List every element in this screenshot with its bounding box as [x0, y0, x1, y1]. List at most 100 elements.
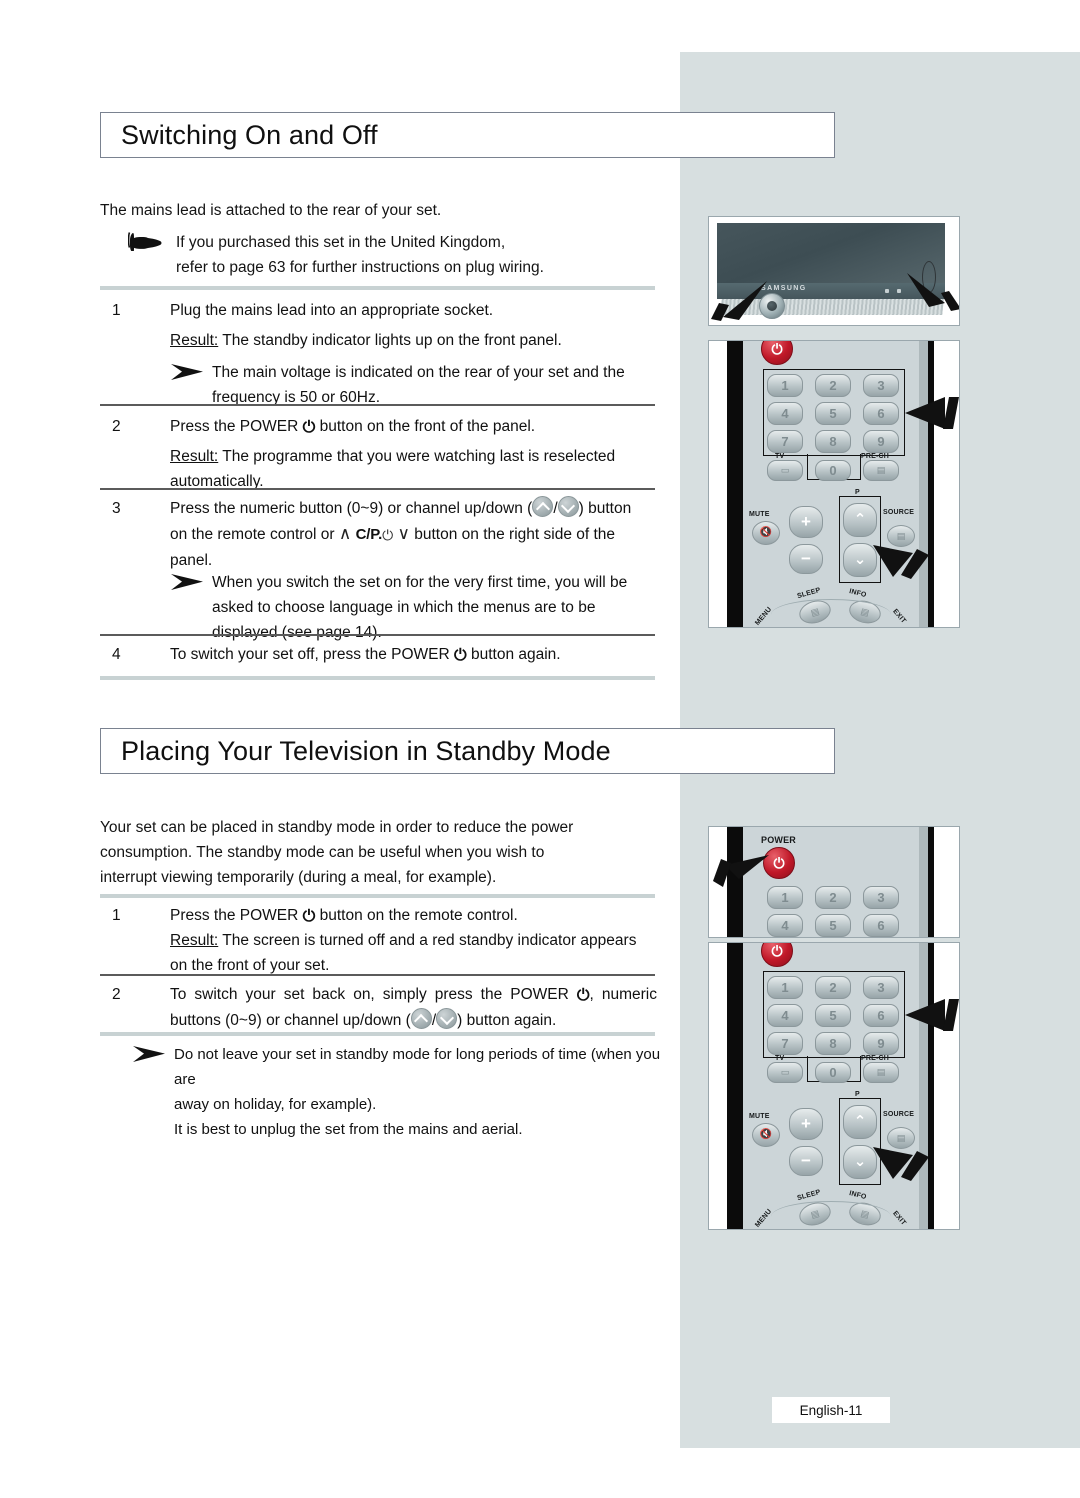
remote-volume-down-button[interactable]: −	[789, 1146, 823, 1176]
remote-key-1[interactable]: 1	[767, 976, 803, 999]
power-icon: ⏻	[302, 419, 316, 436]
remote-mute-label: MUTE	[749, 1113, 770, 1120]
step-number: 1	[112, 302, 121, 319]
remote-prech-button[interactable]: ▤	[863, 1062, 899, 1083]
remote-key-1[interactable]: 1	[767, 886, 803, 909]
remote-mute-button[interactable]: 🔇	[752, 521, 780, 545]
remote-key-4[interactable]: 4	[767, 914, 803, 937]
remote-key-5[interactable]: 5	[815, 1004, 851, 1027]
remote-key-4[interactable]: 4	[767, 402, 803, 425]
step3-text-6: panel.	[170, 552, 213, 569]
remote-tv-button[interactable]: ▭	[767, 1062, 803, 1083]
divider-thin-2	[100, 488, 655, 490]
intro-line-1: Your set can be placed in standby mode i…	[100, 819, 574, 836]
step-2-standby: 2 To switch your set back on, simply pre…	[112, 982, 657, 1033]
standby-final-note: Do not leave your set in standby mode fo…	[112, 1042, 672, 1142]
pointer-arrow-power	[709, 849, 771, 889]
remote-key-6[interactable]: 6	[863, 914, 899, 937]
remote-key-7[interactable]: 7	[767, 430, 803, 453]
step2-text-5: ) button again.	[457, 1012, 557, 1029]
remote-key-1[interactable]: 1	[767, 374, 803, 397]
step-text-before-icon: Press the POWER	[170, 907, 299, 924]
remote-key-3[interactable]: 3	[863, 374, 899, 397]
step-4-switching: 4 To switch your set off, press the POWE…	[112, 642, 657, 668]
note-text: When you switch the set on for the very …	[212, 574, 628, 641]
remote-p-label: P	[855, 1091, 860, 1098]
page-footer: English-11	[772, 1397, 890, 1423]
section-header-switching: Switching On and Off	[100, 112, 835, 158]
remote-power-label: POWER	[761, 835, 797, 845]
step-1-switching: 1 Plug the mains lead into an appropriat…	[112, 298, 657, 323]
remote-key-2[interactable]: 2	[815, 976, 851, 999]
remote-volume-down-button[interactable]: −	[789, 544, 823, 574]
step3-text-1: Press the numeric button (0~9) or channe…	[170, 500, 533, 517]
remote-key-6[interactable]: 6	[863, 402, 899, 425]
power-icon-thin: ⏻	[382, 527, 394, 543]
remote-right-black-edge	[928, 943, 934, 1229]
remote-volume-up-button[interactable]: +	[789, 506, 823, 538]
channel-up-icon	[532, 496, 554, 517]
remote-key-3[interactable]: 3	[863, 886, 899, 909]
divider-thin-3	[100, 634, 655, 636]
remote-key-5[interactable]: 5	[815, 402, 851, 425]
remote-key-9[interactable]: 9	[863, 1032, 899, 1055]
step2-text-2: , numeric	[589, 986, 658, 1003]
section-title-standby: Placing Your Television in Standby Mode	[121, 735, 611, 766]
remote-mute-label: MUTE	[749, 511, 770, 518]
remote-channel-up-button[interactable]: ⌃	[843, 1105, 877, 1139]
remote-illustration-top: ⏻ 1 2 3 4 5 6 7 8 9 TV PRE-CH ▭ 0 ▤ MUTE…	[708, 340, 960, 628]
remote-key-4[interactable]: 4	[767, 1004, 803, 1027]
remote-key-3[interactable]: 3	[863, 976, 899, 999]
remote-key-9[interactable]: 9	[863, 430, 899, 453]
note-line-3: It is best to unplug the set from the ma…	[174, 1121, 523, 1138]
remote-key-6[interactable]: 6	[863, 1004, 899, 1027]
hand-note-uk: If you purchased this set in the United …	[127, 230, 716, 280]
remote-channel-up-button[interactable]: ⌃	[843, 503, 877, 537]
result-label: Result:	[170, 332, 219, 349]
divider-grey-3	[100, 894, 655, 898]
step-number: 4	[112, 646, 121, 663]
step3-text-2: /	[553, 500, 558, 517]
remote-tv-button[interactable]: ▭	[767, 460, 803, 481]
hand-note-line-2: refer to page 63 for further instruction…	[176, 259, 544, 276]
step-number: 1	[112, 907, 121, 924]
step-3-switching: 3 Press the numeric button (0~9) or chan…	[112, 496, 657, 573]
intro-text-standby: Your set can be placed in standby mode i…	[100, 815, 660, 890]
pointer-arrow-left	[709, 277, 769, 325]
step-2-result: Result: The programme that you were watc…	[112, 444, 657, 494]
result-label: Result:	[170, 932, 219, 949]
remote-right-edge	[919, 341, 928, 627]
divider-grey-4	[100, 1032, 655, 1036]
remote-key-2[interactable]: 2	[815, 886, 851, 909]
result-text: The screen is turned off and a red stand…	[170, 932, 637, 974]
remote-prech-button[interactable]: ▤	[863, 460, 899, 481]
remote-source-label: SOURCE	[883, 1111, 915, 1118]
divider-grey-1	[100, 286, 655, 290]
step-number: 2	[112, 986, 121, 1003]
intro-text-switching: The mains lead is attached to the rear o…	[100, 202, 442, 219]
remote-mute-button[interactable]: 🔇	[752, 1123, 780, 1147]
step-text-after-icon: button on the front of the panel.	[319, 418, 536, 435]
remote-key-0[interactable]: 0	[815, 460, 851, 481]
result-text: The standby indicator lights up on the f…	[222, 332, 562, 349]
remote-key-0[interactable]: 0	[815, 1062, 851, 1083]
step-1-result: Result: The standby indicator lights up …	[112, 328, 657, 353]
dart-bullet-icon	[170, 573, 204, 591]
remote-key-5[interactable]: 5	[815, 914, 851, 937]
remote-arc-line	[771, 1201, 891, 1229]
remote-right-black-edge	[928, 341, 934, 627]
note-line-1: Do not leave your set in standby mode fo…	[174, 1046, 661, 1088]
remote-key-8[interactable]: 8	[815, 430, 851, 453]
dart-bullet-icon	[170, 363, 204, 381]
pointer-arrow-channel	[871, 1139, 931, 1183]
remote-prech-label: PRE-CH	[861, 453, 890, 460]
intro-line-2: consumption. The standby mode can be use…	[100, 844, 545, 861]
remote-key-7[interactable]: 7	[767, 1032, 803, 1055]
remote-key-8[interactable]: 8	[815, 1032, 851, 1055]
note-line-2: away on holiday, for example).	[174, 1096, 377, 1113]
remote-right-edge	[919, 943, 928, 1229]
step-1-standby: 1 Press the POWER ⏻ button on the remote…	[112, 903, 657, 929]
remote-volume-up-button[interactable]: +	[789, 1108, 823, 1140]
power-icon: ⏻	[302, 908, 316, 925]
remote-key-2[interactable]: 2	[815, 374, 851, 397]
